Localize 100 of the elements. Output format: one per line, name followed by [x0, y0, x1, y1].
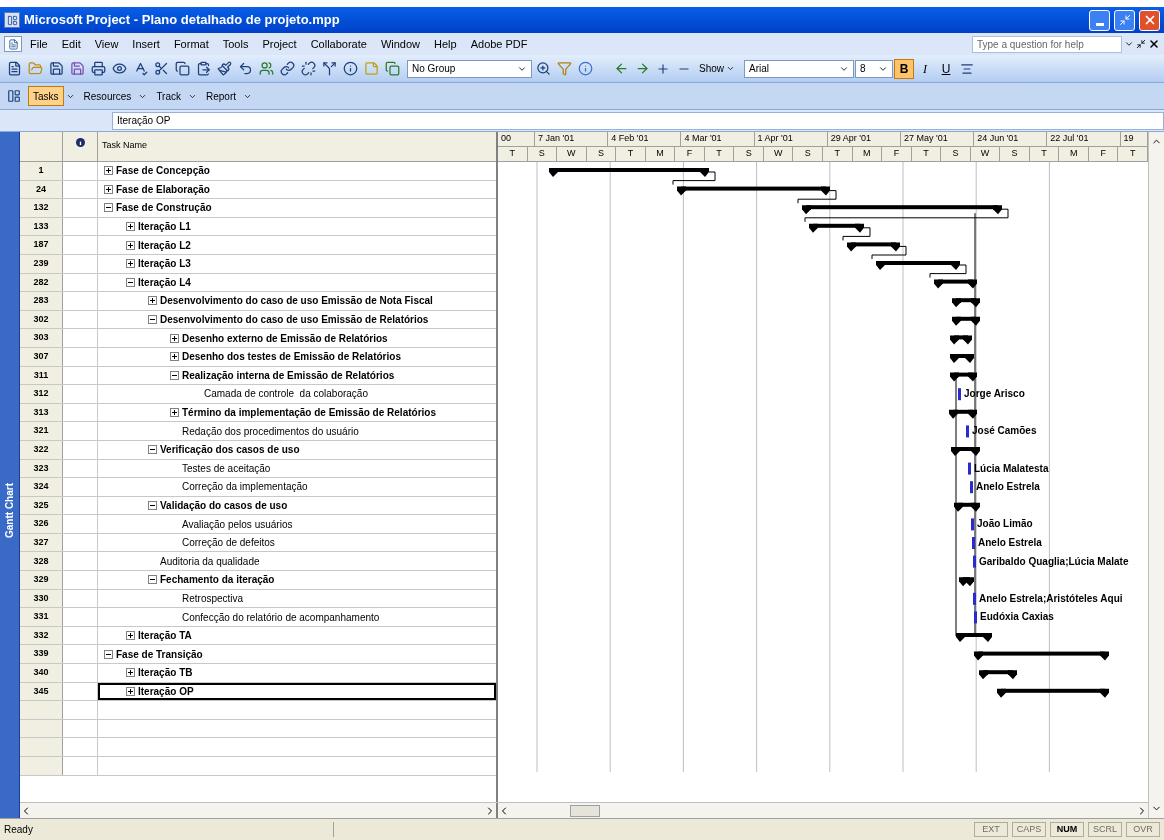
show-button[interactable]: Show — [695, 61, 739, 76]
collapse-icon[interactable] — [104, 649, 113, 659]
font-select[interactable]: Arial — [744, 59, 854, 78]
menu-item[interactable]: View — [88, 35, 125, 53]
expand-icon[interactable] — [170, 408, 179, 417]
row-number[interactable]: 326 — [20, 515, 63, 533]
menu-item[interactable]: Collaborate — [304, 35, 373, 53]
expand-icon[interactable] — [104, 184, 113, 194]
task-row[interactable]: Iteração TB — [98, 664, 496, 682]
summary-bar[interactable] — [934, 279, 977, 289]
expand-icon[interactable] — [126, 686, 135, 696]
format-button[interactable]: U — [936, 58, 956, 79]
menu-item[interactable]: File — [24, 35, 54, 53]
row-number[interactable]: 329 — [20, 571, 63, 589]
task-row[interactable]: Iteração L3 — [98, 254, 496, 273]
menu-item[interactable]: Help — [428, 35, 463, 53]
summary-bar[interactable] — [847, 242, 900, 252]
group-select[interactable]: No Group — [407, 59, 532, 78]
task-row[interactable]: Fase de Concepção — [98, 162, 496, 180]
unlink-icon[interactable] — [298, 58, 318, 79]
restore-button[interactable] — [1114, 9, 1135, 31]
guide-tab[interactable]: Tasks — [28, 86, 64, 106]
task-row[interactable]: Desenho dos testes de Emissão de Relatórios — [98, 347, 496, 366]
font-size-select[interactable]: 8 — [855, 59, 893, 78]
task-row[interactable]: Verificação dos casos de uso — [98, 440, 496, 459]
column-header[interactable]: Task Name — [102, 140, 147, 150]
task-bar[interactable] — [970, 481, 973, 494]
summary-bar[interactable] — [949, 409, 977, 419]
task-row[interactable]: Iteração L1 — [98, 217, 496, 236]
expand-icon[interactable] — [170, 352, 179, 362]
task-row[interactable]: Realização interna de Emissão de Relatórios — [98, 366, 496, 385]
task-bar[interactable] — [958, 388, 961, 401]
summary-bar[interactable] — [954, 502, 980, 512]
expand-icon[interactable] — [148, 296, 157, 306]
summary-bar[interactable] — [950, 354, 974, 363]
task-row[interactable]: Fase de Elaboração — [98, 180, 496, 199]
view-bar[interactable]: Gantt Chart — [0, 132, 20, 818]
task-row[interactable]: Fase de Transição — [98, 645, 496, 664]
row-number[interactable]: 303 — [20, 329, 63, 347]
collapse-icon[interactable] — [148, 575, 157, 585]
task-bar[interactable] — [971, 518, 974, 531]
summary-bar[interactable] — [677, 186, 830, 196]
summary-bar[interactable] — [956, 633, 992, 642]
task-bar[interactable] — [968, 462, 971, 475]
summary-bar[interactable] — [997, 688, 1109, 698]
format-button[interactable]: B — [894, 58, 914, 79]
collapse-icon[interactable] — [104, 203, 113, 213]
task-row[interactable]: Testes de aceitação — [98, 459, 496, 478]
vertical-scrollbar[interactable] — [1148, 132, 1164, 818]
help-search-field[interactable]: Type a question for help — [972, 35, 1122, 53]
summary-bar[interactable] — [959, 577, 974, 587]
task-row[interactable]: Redação dos procedimentos do usuário — [98, 422, 496, 440]
summary-bar[interactable] — [802, 205, 1002, 215]
restore-icon[interactable] — [1136, 39, 1146, 49]
expand-icon[interactable] — [170, 333, 179, 343]
task-row[interactable]: Avaliação pelos usuários — [98, 515, 496, 533]
summary-bar[interactable] — [974, 651, 1109, 661]
task-row[interactable]: Fechamento da iteração — [98, 571, 496, 589]
summary-bar[interactable] — [809, 223, 864, 233]
expand-icon[interactable] — [126, 240, 135, 250]
menu-item[interactable]: Format — [167, 35, 215, 53]
summary-bar[interactable] — [549, 168, 709, 177]
menu-item[interactable]: Insert — [126, 35, 166, 53]
scroll-thumb[interactable] — [570, 804, 600, 817]
expand-icon[interactable] — [104, 166, 113, 176]
expand-icon[interactable] — [126, 631, 135, 641]
task-row[interactable]: Desenvolvimento do caso de uso Emissão de Nota Fiscal — [98, 292, 496, 310]
row-number[interactable]: 132 — [20, 199, 63, 217]
summary-bar[interactable] — [952, 298, 980, 308]
document-icon[interactable] — [4, 36, 22, 52]
guide-tab[interactable]: Resources — [78, 86, 137, 106]
collapse-icon[interactable] — [148, 315, 157, 325]
row-number[interactable]: 331 — [20, 608, 63, 626]
task-row[interactable]: Término da implementação de Emissão de Relatórios — [98, 403, 496, 422]
collapse-icon[interactable] — [148, 445, 157, 455]
collapse-icon[interactable] — [170, 370, 179, 380]
task-row[interactable]: Desenho externo de Emissão de Relatórios — [98, 329, 496, 347]
row-number[interactable]: 328 — [20, 552, 63, 571]
row-number[interactable]: 324 — [20, 478, 63, 496]
menu-item[interactable]: Edit — [55, 35, 87, 53]
task-row[interactable]: Auditoria da qualidade — [98, 552, 496, 571]
row-number[interactable]: 339 — [20, 645, 63, 664]
row-number[interactable]: 321 — [20, 422, 63, 440]
row-number[interactable]: 187 — [20, 236, 63, 254]
summary-bar[interactable] — [951, 447, 980, 456]
task-bar[interactable] — [966, 425, 969, 438]
task-row[interactable]: Correção de defeitos — [98, 533, 496, 552]
task-row[interactable]: Iteração L2 — [98, 236, 496, 254]
task-row[interactable]: Confecção do relatório de acompanhamento — [98, 608, 496, 626]
format-button[interactable]: I — [915, 58, 935, 79]
task-bar[interactable] — [973, 555, 976, 568]
entry-field[interactable]: Iteração OP — [112, 111, 1164, 130]
summary-bar[interactable] — [950, 372, 977, 382]
task-row[interactable]: Retrospectiva — [98, 589, 496, 608]
expand-icon[interactable] — [126, 222, 135, 232]
summary-bar[interactable] — [979, 670, 1017, 680]
menu-item[interactable]: Window — [374, 35, 427, 53]
task-row[interactable]: Fase de Construção — [98, 199, 496, 217]
summary-bar[interactable] — [952, 316, 980, 326]
expand-icon[interactable] — [126, 668, 135, 678]
